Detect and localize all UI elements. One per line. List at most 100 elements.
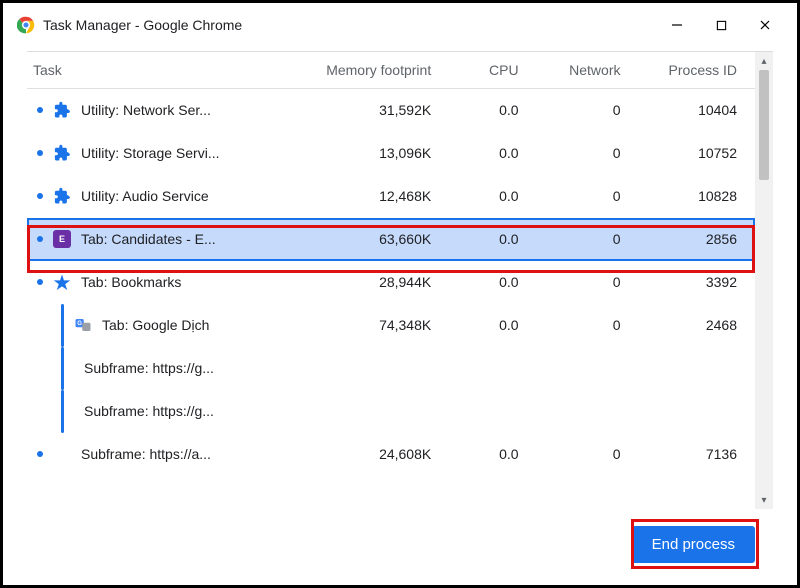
task-cell: Utility: Network Ser... — [27, 89, 304, 132]
cell-memory: 13,096K — [304, 132, 450, 175]
cell-pid: 2856 — [639, 218, 756, 261]
cell-cpu — [449, 347, 536, 390]
task-cell: G Tab: Google Dịch — [27, 304, 304, 347]
cell-cpu: 0.0 — [449, 433, 536, 476]
table-row[interactable]: Subframe: https://a... 24,608K0.007136 — [27, 433, 755, 476]
row-bullet-icon — [37, 107, 43, 113]
task-cell: Tab: Bookmarks — [27, 261, 304, 304]
cell-memory — [304, 347, 450, 390]
process-table: Task Memory footprint CPU Network Proces… — [27, 52, 755, 476]
cell-pid — [639, 390, 756, 433]
task-manager-window: Task Manager - Google Chrome Task Memory… — [9, 9, 791, 579]
footer: End process — [27, 509, 773, 579]
cell-memory: 12,468K — [304, 175, 450, 218]
task-cell: Subframe: https://a... — [27, 433, 304, 476]
cell-cpu: 0.0 — [449, 304, 536, 347]
titlebar: Task Manager - Google Chrome — [9, 9, 791, 41]
svg-text:G: G — [77, 321, 82, 327]
scrollbar-track[interactable] — [755, 70, 773, 491]
cell-cpu: 0.0 — [449, 132, 536, 175]
col-header-cpu[interactable]: CPU — [449, 52, 536, 89]
task-label: Utility: Network Ser... — [81, 102, 211, 118]
table-scroll: Task Memory footprint CPU Network Proces… — [27, 52, 755, 509]
cell-cpu: 0.0 — [449, 89, 536, 132]
table-row[interactable]: Subframe: https://g... — [27, 390, 755, 433]
cell-network: 0 — [537, 433, 639, 476]
task-label: Tab: Candidates - E... — [81, 231, 216, 247]
cell-cpu: 0.0 — [449, 218, 536, 261]
row-bullet-icon — [37, 150, 43, 156]
row-bullet-icon — [37, 451, 43, 457]
tab-e-icon: E — [53, 230, 71, 248]
cell-pid: 7136 — [639, 433, 756, 476]
puzzle-icon — [53, 144, 71, 162]
task-label: Subframe: https://g... — [84, 360, 214, 376]
minimize-button[interactable] — [655, 11, 699, 39]
cell-memory: 63,660K — [304, 218, 450, 261]
scroll-down-arrow-icon[interactable]: ▾ — [755, 491, 773, 509]
content-area: Task Memory footprint CPU Network Proces… — [9, 41, 791, 579]
scrollbar-thumb[interactable] — [759, 70, 769, 180]
gdich-icon: G — [74, 316, 92, 334]
cell-cpu: 0.0 — [449, 175, 536, 218]
cell-network: 0 — [537, 175, 639, 218]
cell-network: 0 — [537, 261, 639, 304]
puzzle-icon — [53, 187, 71, 205]
col-header-memory[interactable]: Memory footprint — [304, 52, 450, 89]
row-bullet-icon — [37, 279, 43, 285]
col-header-task[interactable]: Task — [27, 52, 304, 89]
cell-network — [537, 347, 639, 390]
cell-pid: 2468 — [639, 304, 756, 347]
cell-memory: 31,592K — [304, 89, 450, 132]
chrome-icon — [17, 16, 35, 34]
cell-pid — [639, 347, 756, 390]
vertical-scrollbar[interactable]: ▴ ▾ — [755, 52, 773, 509]
table-wrap: Task Memory footprint CPU Network Proces… — [27, 51, 773, 509]
task-cell: E Tab: Candidates - E... — [27, 218, 304, 261]
tree-connector-icon — [61, 390, 64, 433]
table-row[interactable]: Utility: Audio Service12,468K0.0010828 — [27, 175, 755, 218]
task-label: Tab: Bookmarks — [81, 274, 181, 290]
task-cell: Utility: Storage Servi... — [27, 132, 304, 175]
cell-memory: 74,348K — [304, 304, 450, 347]
puzzle-icon — [53, 101, 71, 119]
tree-connector-icon — [61, 304, 64, 347]
table-row[interactable]: G Tab: Google Dịch 74,348K0.002468 — [27, 304, 755, 347]
table-row[interactable]: Utility: Network Ser... 31,592K0.0010404 — [27, 89, 755, 132]
task-cell: Utility: Audio Service — [27, 175, 304, 218]
maximize-button[interactable] — [699, 11, 743, 39]
task-label: Utility: Storage Servi... — [81, 145, 220, 161]
row-bullet-icon — [37, 193, 43, 199]
table-row[interactable]: Utility: Storage Servi... 13,096K0.001075… — [27, 132, 755, 175]
window-title: Task Manager - Google Chrome — [43, 17, 242, 33]
star-icon — [53, 273, 71, 291]
scroll-up-arrow-icon[interactable]: ▴ — [755, 52, 773, 70]
end-process-button[interactable]: End process — [632, 526, 755, 563]
task-label: Tab: Google Dịch — [102, 317, 209, 333]
cell-memory — [304, 390, 450, 433]
cell-memory: 24,608K — [304, 433, 450, 476]
cell-network: 0 — [537, 132, 639, 175]
close-button[interactable] — [743, 11, 787, 39]
cell-network: 0 — [537, 89, 639, 132]
cell-pid: 3392 — [639, 261, 756, 304]
task-label: Subframe: https://a... — [81, 446, 211, 462]
cell-network — [537, 390, 639, 433]
cell-memory: 28,944K — [304, 261, 450, 304]
cell-network: 0 — [537, 218, 639, 261]
task-cell: Subframe: https://g... — [27, 390, 304, 433]
table-row[interactable]: E Tab: Candidates - E... 63,660K0.002856 — [27, 218, 755, 261]
cell-pid: 10404 — [639, 89, 756, 132]
cell-cpu — [449, 390, 536, 433]
cell-network: 0 — [537, 304, 639, 347]
row-bullet-icon — [37, 236, 43, 242]
table-row[interactable]: Subframe: https://g... — [27, 347, 755, 390]
col-header-network[interactable]: Network — [537, 52, 639, 89]
task-label: Utility: Audio Service — [81, 188, 209, 204]
col-header-pid[interactable]: Process ID — [639, 52, 756, 89]
cell-pid: 10752 — [639, 132, 756, 175]
task-label: Subframe: https://g... — [84, 403, 214, 419]
table-row[interactable]: Tab: Bookmarks 28,944K0.003392 — [27, 261, 755, 304]
task-cell: Subframe: https://g... — [27, 347, 304, 390]
cell-cpu: 0.0 — [449, 261, 536, 304]
